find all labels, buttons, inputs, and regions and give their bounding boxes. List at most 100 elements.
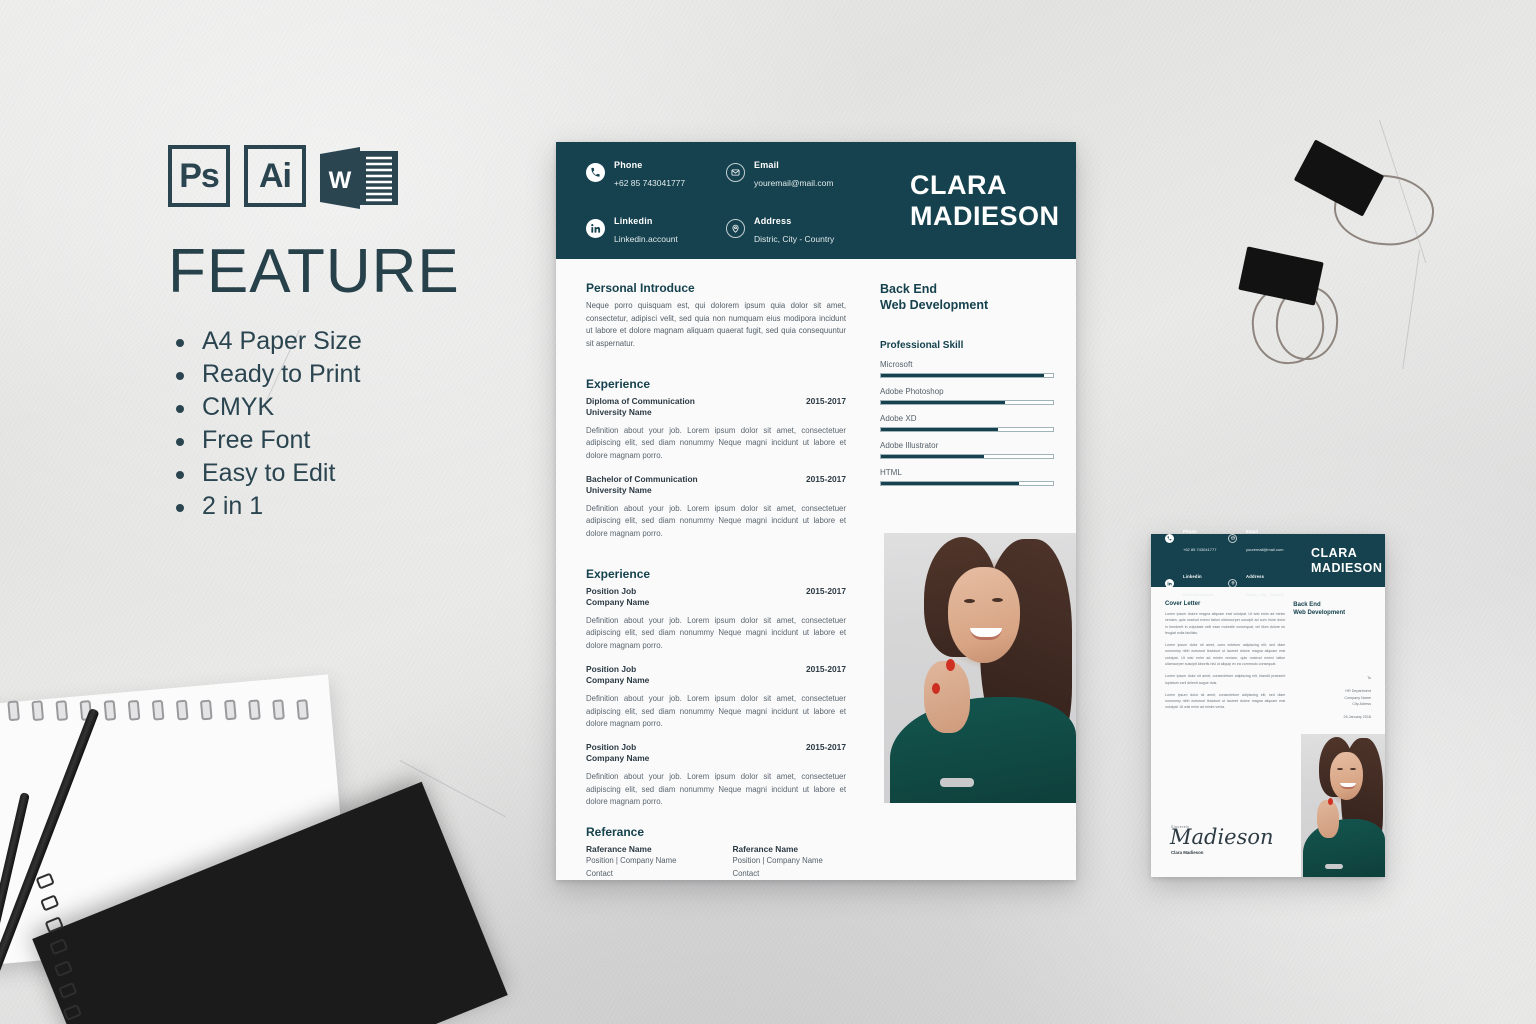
- skill-bar-fill: [881, 373, 1045, 377]
- work-entry: Position Job Company Name 2015-2017 Defi…: [586, 742, 846, 809]
- skill-bar: [880, 426, 1054, 432]
- personal-introduce-text: Neque porro quisquam est, qui dolorem ip…: [586, 301, 846, 348]
- photo-nail: [946, 659, 955, 671]
- contact-address: Address Distric, City - Country: [726, 211, 876, 247]
- candidate-photo: [884, 533, 1076, 803]
- photo-eye: [1350, 768, 1356, 770]
- contact-email-text: Email youremail@mail.com: [754, 155, 833, 191]
- photo-hand: [924, 661, 970, 733]
- contact-email-label: Email: [1246, 529, 1259, 534]
- recipient-label: To: [1367, 676, 1371, 681]
- contact-phone-label: Phone: [1183, 529, 1197, 534]
- work-entry: Position Job Company Name 2015-2017 Defi…: [586, 586, 846, 653]
- cover-letter-header: Phone +62 85 743041777 Email youremail@m…: [1151, 529, 1385, 597]
- section-title-education: Experience: [586, 376, 651, 391]
- entry-description: Definition about your job. Lorem ipsum d…: [586, 693, 846, 729]
- entry-description: Definition about your job. Lorem ipsum d…: [586, 771, 846, 807]
- skill-bar-fill: [881, 454, 985, 458]
- photo-nail: [1328, 798, 1333, 805]
- skill-label: Adobe Illustrator: [880, 440, 939, 450]
- feature-item: CMYK: [168, 391, 468, 424]
- resume-page: Phone +62 85 743041777 Email youremail@m…: [556, 142, 1076, 880]
- reference-position: Position | Company Name: [732, 856, 823, 866]
- entry-title-text: Bachelor of Communication: [586, 473, 698, 484]
- contact-address-text: Address Distric, City - Country: [1246, 565, 1284, 601]
- candidate-first-name: CLARA: [910, 170, 1007, 201]
- feature-item: A4 Paper Size: [168, 325, 468, 358]
- photo-hand: [1317, 800, 1339, 838]
- signature-block: Sincerely Madieson Clara Madieson: [1170, 825, 1274, 855]
- entry-description: Definition about your job. Lorem ipsum d…: [586, 615, 846, 651]
- photo-clothing: [1303, 819, 1385, 877]
- work-entry: Position Job Company Name 2015-2017 Defi…: [586, 664, 846, 731]
- feature-heading: FEATURE: [168, 237, 460, 306]
- cover-letter-paragraph: Lorem ipsum dolor sit amet, consectetuer…: [1165, 674, 1286, 685]
- illustrator-logo: Ai: [244, 145, 306, 207]
- contact-email: Email youremail@mail.com: [726, 155, 876, 191]
- spiral-ring: [199, 699, 213, 721]
- job-role-line1: Back End: [880, 282, 937, 296]
- entry-header: Position Job Company Name 2015-2017: [586, 742, 846, 765]
- contact-email-value: youremail@mail.com: [754, 177, 834, 188]
- contact-phone-text: Phone +62 85 743041777: [614, 155, 685, 191]
- entry-title: Position Job Company Name: [586, 586, 649, 609]
- candidate-first-name: CLARA: [1311, 546, 1358, 560]
- cover-letter-paragraph: Lorem ipsum dolore magna aliquam erat vo…: [1165, 612, 1286, 635]
- contact-email-text: Email youremail@mail.com: [1246, 520, 1283, 556]
- phone-icon: [586, 163, 605, 182]
- entry-title-text: Position Job: [586, 741, 637, 752]
- contact-linkedin: Linkedin Linkedin.account: [586, 211, 726, 247]
- spiral-ring: [248, 699, 261, 721]
- education-entry: Bachelor of Communication University Nam…: [586, 474, 846, 541]
- spiral-ring: [35, 872, 55, 890]
- feature-item: Free Font: [168, 424, 468, 457]
- entry-date: 2015-2017: [805, 395, 846, 406]
- reference-contact: Contact: [586, 869, 613, 879]
- entry-header: Diploma of Communication University Name…: [586, 396, 846, 419]
- entry-title: Diploma of Communication University Name: [586, 396, 695, 419]
- reference-item: Raferance Name Position | Company Name C…: [732, 844, 822, 881]
- job-role-title: Back End Web Development: [1293, 601, 1371, 617]
- signature-script: Madieson: [1170, 825, 1274, 849]
- contact-phone: Phone +62 85 743041777: [1165, 520, 1228, 556]
- section-title-reference: Referance: [586, 824, 645, 839]
- contact-email: Email youremail@mail.com: [1228, 520, 1296, 556]
- contact-email-label: Email: [754, 159, 780, 170]
- contact-phone-label: Phone: [614, 159, 643, 170]
- software-logos: Ps Ai W: [168, 145, 468, 211]
- entry-header: Position Job Company Name 2015-2017: [586, 586, 846, 609]
- spiral-ring: [272, 699, 285, 721]
- skill-label: HTML: [880, 467, 902, 477]
- photoshop-logo-label: Ps: [179, 156, 220, 195]
- skill-row: Microsoft: [880, 360, 1054, 378]
- feature-item: Ready to Print: [168, 358, 468, 391]
- entry-title-text: Position Job: [586, 663, 637, 674]
- contact-address-value: Distric, City - Country: [754, 233, 835, 244]
- skill-bar-fill: [881, 400, 1005, 404]
- spiral-ring: [151, 699, 165, 721]
- entry-subtitle-text: Company Name: [586, 675, 650, 686]
- reference-item: Raferance Name Position | Company Name C…: [586, 844, 676, 881]
- word-logo-icon: W: [320, 147, 398, 209]
- contact-phone-value: +62 85 743041777: [1183, 547, 1217, 552]
- contact-email-value: youremail@mail.com: [1246, 547, 1284, 552]
- candidate-last-name: MADIESON: [1311, 560, 1383, 575]
- reference-name: Raferance Name: [732, 843, 799, 854]
- contact-address-label: Address: [1246, 574, 1265, 579]
- entry-date: 2015-2017: [805, 473, 846, 484]
- contact-linkedin-text: Linkedin Linkedin.account: [1183, 565, 1213, 601]
- entry-date: 2015-2017: [805, 663, 846, 674]
- binder-clip-lower: [1238, 246, 1388, 375]
- entry-description: Definition about your job. Lorem ipsum d…: [586, 503, 846, 538]
- entry-subtitle-text: University Name: [586, 485, 652, 496]
- cover-letter-page: Phone +62 85 743041777 Email youremail@m…: [1151, 529, 1385, 877]
- contact-grid: Phone +62 85 743041777 Email youremail@m…: [1165, 520, 1296, 601]
- recipient-block: To HR Department Company Name City Adres…: [1293, 675, 1371, 707]
- education-entry: Diploma of Communication University Name…: [586, 396, 846, 463]
- binder-clip-body: [1238, 246, 1324, 306]
- promo-panel: Ps Ai W FEATURE A4 Paper Size Ready to P…: [168, 145, 468, 523]
- contact-phone: Phone +62 85 743041777: [586, 155, 726, 191]
